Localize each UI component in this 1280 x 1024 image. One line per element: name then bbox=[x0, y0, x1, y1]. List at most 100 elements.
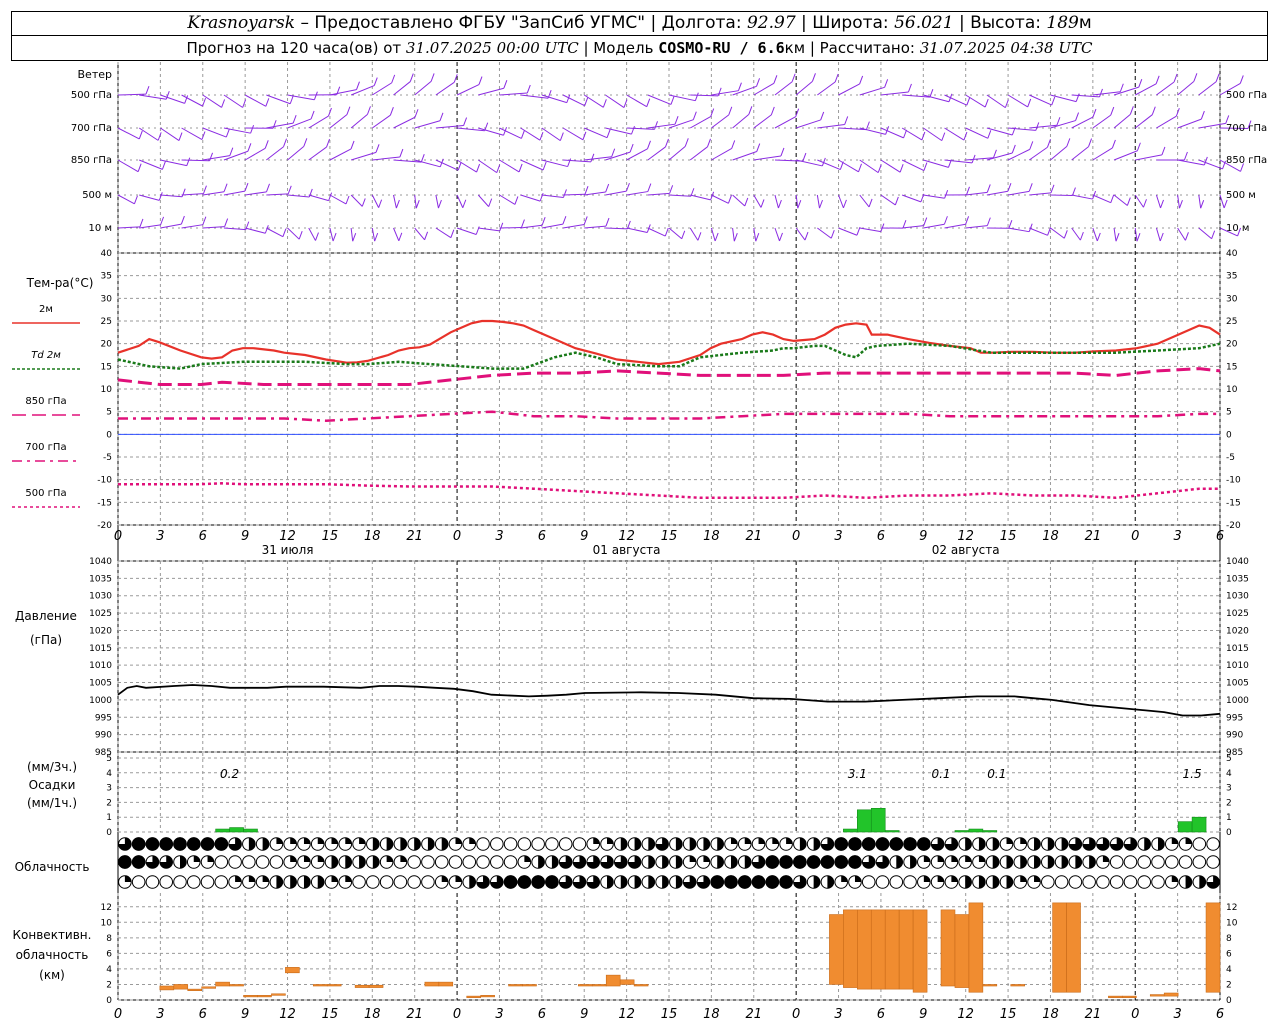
cloud-symbol-fill bbox=[717, 855, 724, 869]
cloud-symbol-fill bbox=[978, 875, 986, 889]
wind-barb-feather bbox=[374, 232, 379, 242]
conv-bar bbox=[940, 909, 956, 987]
conv-bar bbox=[424, 981, 440, 987]
wind-barb bbox=[541, 94, 567, 104]
temp-tick-right: 20 bbox=[1226, 340, 1238, 350]
conv-bar bbox=[271, 993, 286, 996]
precip-tick-left: 4 bbox=[106, 769, 112, 779]
wind-barb-feather bbox=[361, 198, 366, 207]
wind-barb-feather bbox=[395, 199, 400, 209]
conv-tick-right: 10 bbox=[1226, 918, 1238, 928]
wind-barb-feather bbox=[646, 98, 651, 107]
wind-barb-feather bbox=[1175, 108, 1180, 117]
conv-bar bbox=[1163, 992, 1179, 997]
hour-label-bottom: 9 bbox=[580, 1007, 588, 1022]
wind-barb bbox=[266, 94, 291, 105]
conv-tick-left: 6 bbox=[106, 949, 112, 959]
cloud-symbol-fill bbox=[896, 855, 903, 869]
wind-barb-feather bbox=[389, 106, 394, 116]
wind-barb-feather bbox=[1160, 199, 1164, 209]
wind-barb bbox=[583, 94, 604, 108]
hour-label: 6 bbox=[199, 529, 207, 544]
conv-tick-right: 8 bbox=[1226, 934, 1232, 944]
pressure-tick-right: 1000 bbox=[1226, 696, 1249, 706]
cloud-symbol-fill bbox=[813, 837, 820, 851]
wind-barb bbox=[456, 84, 480, 96]
precip-tick-left: 2 bbox=[106, 798, 112, 808]
wind-barb bbox=[795, 119, 821, 129]
wind-barb bbox=[965, 127, 989, 139]
conv-bar bbox=[857, 909, 872, 990]
pressure-title: Давление bbox=[15, 609, 77, 623]
wind-barb-feather bbox=[884, 79, 889, 88]
hour-label-bottom: 15 bbox=[1000, 1007, 1017, 1022]
wind-title: Ветер bbox=[78, 68, 112, 81]
wind-barb-feather bbox=[327, 107, 332, 117]
precip-annotation: 0.2 bbox=[220, 767, 239, 781]
wind-barb bbox=[181, 193, 204, 196]
cloud-symbol bbox=[1192, 855, 1207, 869]
wind-barb-feather bbox=[138, 130, 143, 140]
pressure-tick-left: 990 bbox=[95, 731, 112, 741]
wind-barb bbox=[308, 146, 327, 161]
hour-label-bottom: 6 bbox=[877, 1007, 885, 1022]
cloud-symbol-fill bbox=[331, 855, 338, 869]
wind-barb bbox=[117, 159, 139, 173]
wind-barb bbox=[1050, 145, 1068, 161]
wind-barb bbox=[584, 127, 608, 139]
wind-barb-feather bbox=[457, 161, 462, 171]
wind-barb-feather bbox=[350, 140, 355, 150]
wind-barb bbox=[223, 227, 246, 231]
wind-barb-feather bbox=[346, 106, 351, 115]
cloud-symbol bbox=[903, 875, 917, 889]
cloud-symbol-fill bbox=[531, 875, 545, 889]
wind-barb-feather bbox=[265, 98, 270, 107]
cloud-symbol-fill bbox=[131, 855, 146, 869]
cloud-symbol-fill bbox=[703, 837, 710, 851]
wind-barb-feather bbox=[415, 199, 420, 209]
cloud-symbol bbox=[352, 875, 366, 889]
cloud-symbol bbox=[503, 855, 518, 869]
wind-barb-feather bbox=[797, 199, 802, 209]
conv-bar bbox=[591, 984, 607, 987]
precip-bar bbox=[229, 827, 244, 833]
wind-barb-feather bbox=[819, 199, 823, 209]
wind-barb-feather bbox=[437, 199, 442, 209]
cloud-symbol-fill bbox=[1020, 875, 1027, 882]
hour-label-bottom: 12 bbox=[618, 1007, 635, 1022]
cloud-symbol-fill bbox=[331, 875, 338, 882]
wind-barb-feather bbox=[584, 97, 589, 106]
temp-legend-label: 700 гПа bbox=[25, 442, 66, 453]
cloud-symbol bbox=[242, 855, 256, 869]
wind-barb bbox=[414, 81, 432, 96]
conv-bar bbox=[257, 995, 272, 998]
conv-bar bbox=[187, 988, 202, 991]
cloud-symbol-fill bbox=[551, 855, 559, 869]
wind-barb-feather bbox=[859, 75, 864, 85]
wind-barb-feather bbox=[225, 128, 230, 138]
wind-barb-feather bbox=[602, 99, 607, 108]
wind-barb bbox=[584, 225, 607, 229]
wind-level-left: 500 гПа bbox=[71, 90, 112, 101]
wind-barb-feather bbox=[714, 232, 719, 242]
wind-barb-feather bbox=[1099, 88, 1103, 98]
cloud-symbol-fill bbox=[455, 875, 462, 882]
hour-label-bottom: 12 bbox=[279, 1007, 296, 1022]
wind-barb bbox=[1177, 118, 1202, 129]
cloud-symbol-fill bbox=[303, 837, 311, 844]
cloud-symbol-fill bbox=[875, 837, 890, 851]
cloud-symbol-fill bbox=[1006, 837, 1013, 844]
cloud-symbol-fill bbox=[793, 855, 807, 869]
cloud-symbol-fill bbox=[331, 837, 338, 844]
cloud-symbol-fill bbox=[173, 837, 187, 851]
cloud-symbol-fill bbox=[145, 837, 160, 851]
cloud-symbol-fill bbox=[765, 855, 780, 869]
wind-barb bbox=[859, 194, 870, 208]
cloud-symbol-fill bbox=[1144, 837, 1151, 851]
wind-barb-feather bbox=[503, 80, 508, 89]
wind-barb bbox=[711, 114, 730, 129]
wind-barb bbox=[923, 94, 950, 103]
conv-bar bbox=[522, 984, 537, 987]
wind-barb bbox=[181, 127, 203, 140]
wind-barb bbox=[541, 127, 561, 142]
